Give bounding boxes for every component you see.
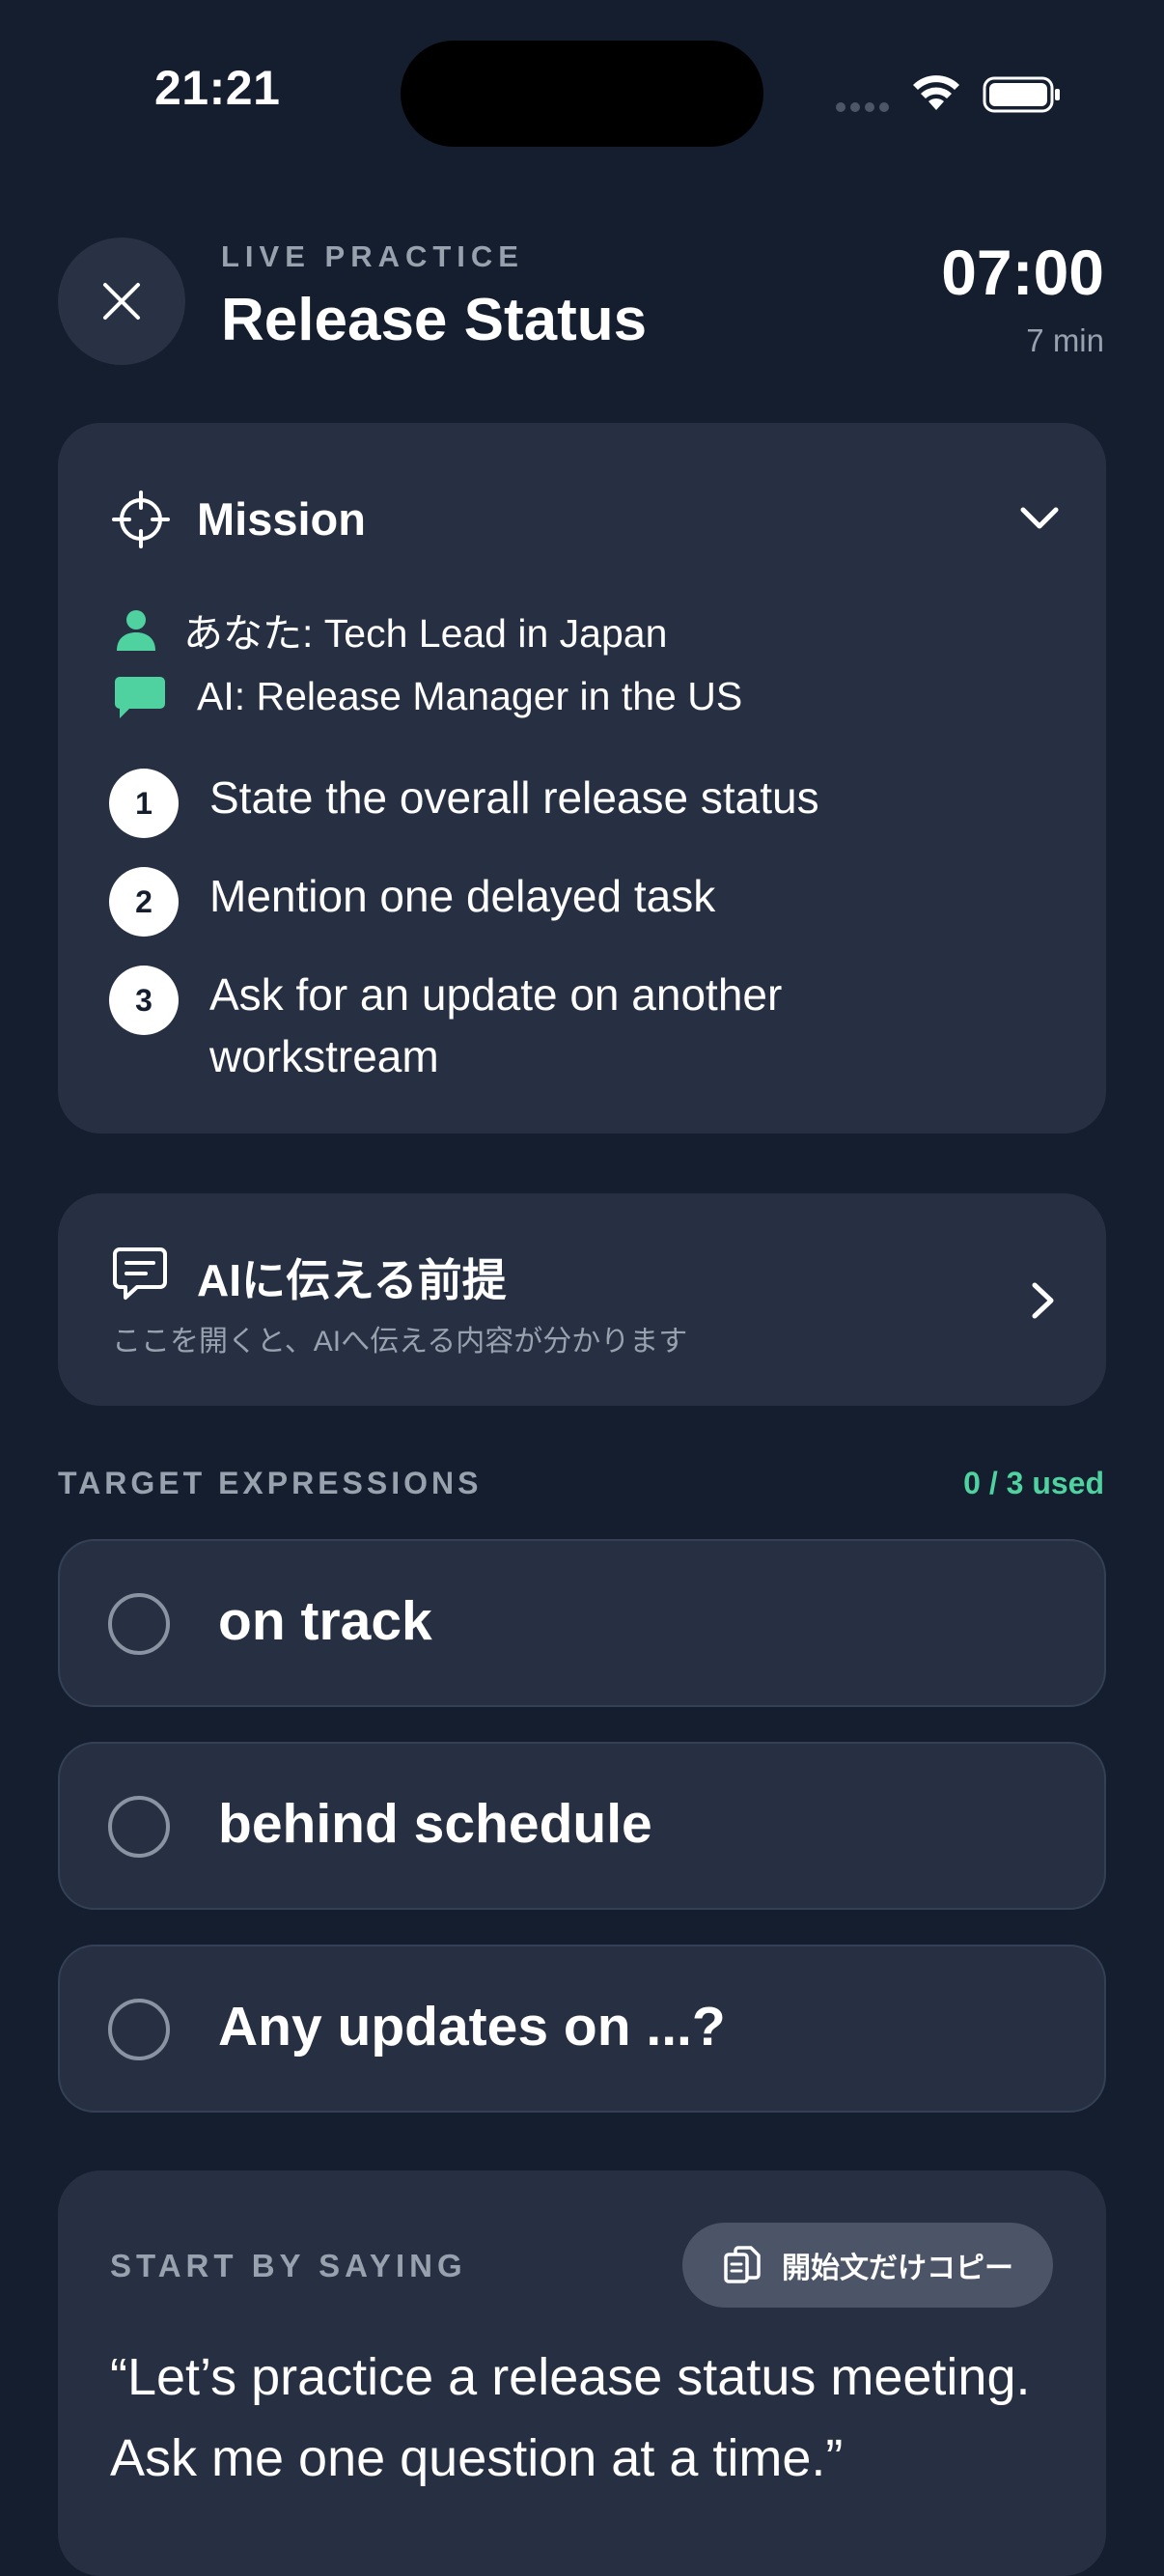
dynamic-island [401, 41, 763, 147]
role-ai-text: AI: Release Manager in the US [197, 674, 743, 718]
message-icon [113, 1247, 167, 1300]
battery-icon [983, 76, 1060, 113]
countdown-timer: 07:00 [941, 237, 1104, 308]
start-phrase-text: “Let’s practice a release status meeting… [110, 2348, 1031, 2487]
page-eyebrow: LIVE PRACTICE [221, 239, 524, 273]
chat-bubble-icon [115, 676, 165, 718]
premise-title: AIに伝える前提 [197, 1255, 507, 1305]
expression-check-circle[interactable] [108, 1999, 170, 2060]
copy-button-label: 開始文だけコピー [782, 2253, 1013, 2284]
step-text-1: State the overall release status [209, 772, 819, 823]
status-time: 21:21 [154, 61, 281, 115]
close-icon [103, 283, 140, 320]
copy-start-text-button[interactable]: 開始文だけコピー [682, 2223, 1053, 2308]
step-text-3: Ask for an update on another workstream [209, 969, 783, 1081]
expression-check-circle[interactable] [108, 1796, 170, 1858]
role-you: あなた: Tech Lead in Japan [114, 601, 667, 658]
duration-label: 7 min [1026, 322, 1104, 358]
step-number-3: 3 [109, 966, 179, 1035]
cellular-signal-icon [836, 102, 890, 112]
mission-title: Mission [197, 493, 366, 545]
expression-check-circle[interactable] [108, 1593, 170, 1655]
close-button[interactable] [58, 238, 185, 365]
step-number-2: 2 [109, 867, 179, 937]
chevron-down-icon[interactable] [1017, 504, 1062, 533]
step-text-2: Mention one delayed task [209, 871, 716, 921]
copy-icon [724, 2246, 761, 2283]
chevron-right-icon [1032, 1282, 1054, 1319]
page-title: Release Status [221, 287, 648, 353]
person-icon [117, 610, 155, 651]
start-by-saying-label: START BY SAYING [110, 2248, 467, 2283]
step-number-1: 1 [109, 769, 179, 838]
used-count-badge: 0 / 3 used [963, 1466, 1104, 1500]
target-expression-text: on track [218, 1590, 432, 1652]
role-ai: AI: Release Manager in the US [114, 674, 742, 719]
role-you-text: あなた: Tech Lead in Japan [183, 611, 668, 656]
target-expressions-label: TARGET EXPRESSIONS [58, 1466, 483, 1500]
target-expression-item[interactable] [58, 1539, 1106, 1707]
crosshair-icon [112, 490, 170, 548]
premise-subtitle: ここを開くと、AIへ伝える内容が分かります [112, 1326, 688, 1358]
target-expression-text: behind schedule [218, 1793, 652, 1855]
target-expression-text: Any updates on ...? [218, 1996, 726, 2058]
wifi-icon [913, 75, 959, 110]
